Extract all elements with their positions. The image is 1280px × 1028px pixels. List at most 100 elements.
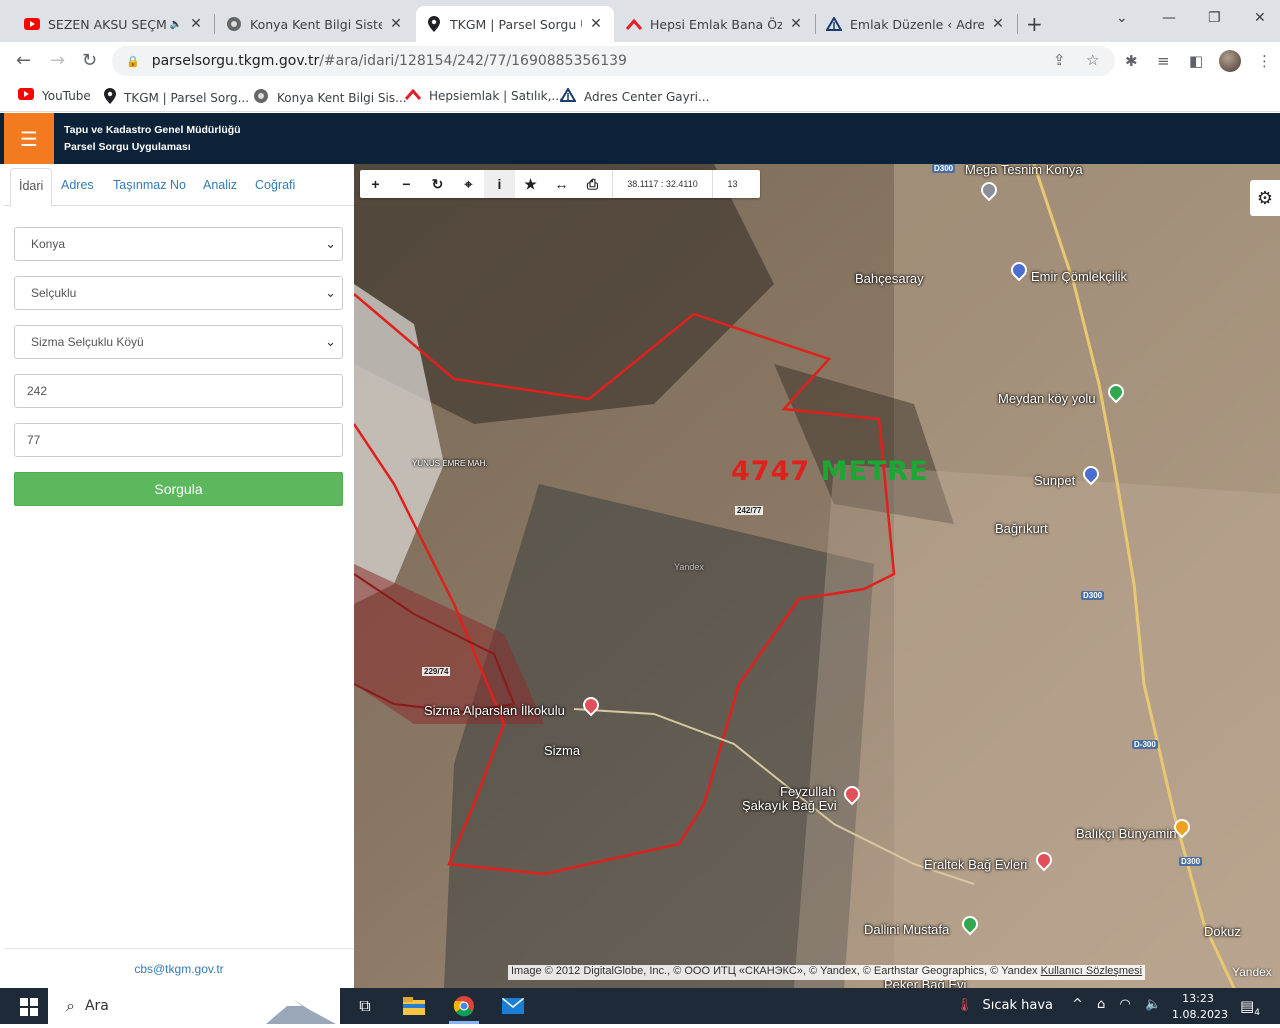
adres-center-icon: [826, 16, 842, 32]
close-icon[interactable]: ✕: [388, 16, 404, 32]
media-control-icon[interactable]: ≡: [1157, 52, 1170, 70]
thermometer-icon: 🌡: [956, 998, 973, 1013]
info-icon[interactable]: i: [484, 170, 515, 198]
close-icon[interactable]: ✕: [990, 16, 1006, 32]
map-settings-gear-icon[interactable]: ⚙: [1250, 180, 1280, 216]
file-explorer-icon[interactable]: [401, 994, 427, 1018]
close-icon[interactable]: ✕: [588, 16, 604, 32]
zoom-in-button[interactable]: +: [360, 170, 391, 198]
tab-sezen-aksu[interactable]: SEZEN AKSU SEÇME ŞARKILAR 🔈 ✕: [14, 6, 214, 42]
place-label: Dokuz: [1204, 924, 1241, 939]
close-icon[interactable]: ✕: [788, 16, 804, 32]
clock-time: 13:23: [1182, 992, 1214, 1005]
block-value: 242: [27, 384, 48, 398]
bookmark-youtube[interactable]: YouTube: [18, 88, 91, 103]
refresh-icon[interactable]: ↻: [422, 170, 453, 198]
notification-center-icon[interactable]: ▤4: [1240, 997, 1260, 1018]
browser-toolbar: ← → ↻ 🔒 parselsorgu.tkgm.gov.tr/#ara/ida…: [0, 42, 1280, 80]
tab-tasinmaz-no[interactable]: Taşınmaz No: [113, 178, 186, 192]
locate-crosshair-icon[interactable]: ⌖: [453, 170, 484, 198]
bookmark-tkgm[interactable]: TKGM | Parsel Sorg...: [104, 88, 249, 107]
speaker-icon[interactable]: 🔈: [170, 19, 182, 30]
sorgula-button[interactable]: Sorgula: [14, 472, 343, 506]
place-label: Sunpet: [1034, 473, 1076, 488]
license-link[interactable]: Kullanıcı Sözleşmesi: [1041, 965, 1143, 977]
location-pin-icon: [104, 88, 116, 107]
tab-title: TKGM | Parsel Sorgu Uygulaması: [450, 16, 582, 32]
profile-avatar[interactable]: [1219, 50, 1241, 72]
tab-search-chevron-icon[interactable]: ⌄: [1116, 10, 1128, 26]
address-bar[interactable]: 🔒 parselsorgu.tkgm.gov.tr/#ara/idari/128…: [112, 46, 1115, 76]
weather-text: Sıcak hava: [982, 998, 1054, 1013]
adres-center-icon: [559, 87, 577, 105]
parcel-label[interactable]: 242/77: [735, 506, 764, 515]
windows-start-icon[interactable]: [20, 998, 38, 1016]
task-view-icon[interactable]: ⧉: [352, 994, 378, 1018]
speaker-icon[interactable]: 🔈: [1145, 997, 1161, 1012]
menu-kebab-icon[interactable]: ⋮: [1257, 52, 1272, 70]
app-title-line2: Parsel Sorgu Uygulaması: [64, 141, 191, 153]
place-label: Şakayık Bağ Evi: [742, 798, 837, 813]
province-value: Konya: [31, 237, 66, 251]
zoom-out-button[interactable]: −: [391, 170, 422, 198]
windows-taskbar: ⌕ Ara ⧉ 🌡 Sıcak hava ^ ⌂ ◠ 🔈 13:23 1.08.…: [0, 988, 1280, 1024]
tab-idari[interactable]: İdari: [10, 168, 53, 207]
url-text: parselsorgu.tkgm.gov.tr/#ara/idari/12815…: [152, 53, 627, 69]
bookmark-label: Adres Center Gayri...: [584, 89, 710, 104]
query-tabs: İdari Adres Taşınmaz No Analiz Coğrafi: [4, 164, 354, 207]
district-select[interactable]: Selçuklu ⌄: [14, 276, 343, 310]
network-icon[interactable]: ⌂: [1097, 997, 1105, 1012]
measure-distance-icon[interactable]: ↔: [546, 170, 577, 198]
close-window-button[interactable]: ✕: [1254, 10, 1266, 26]
bookmark-adres-center[interactable]: Adres Center Gayri...: [559, 87, 710, 105]
back-button[interactable]: ←: [16, 50, 31, 71]
print-icon[interactable]: ⎙: [577, 170, 608, 198]
chevron-down-icon: ⌄: [325, 285, 336, 300]
block-input[interactable]: 242: [14, 374, 343, 408]
yandex-logo[interactable]: Yandex: [1232, 965, 1272, 979]
share-icon[interactable]: ⇪: [1053, 51, 1066, 69]
forward-button[interactable]: →: [50, 50, 65, 71]
tab-adres[interactable]: Adres: [61, 178, 94, 192]
parcel-input[interactable]: 77: [14, 423, 343, 457]
mail-icon[interactable]: [500, 994, 526, 1018]
footer-email-link[interactable]: cbs@tkgm.gov.tr: [134, 962, 223, 976]
wifi-icon[interactable]: ◠: [1119, 997, 1130, 1012]
star-icon[interactable]: ☆: [1086, 51, 1099, 69]
new-tab-button[interactable]: +: [1026, 12, 1043, 36]
restore-button[interactable]: ❐: [1208, 10, 1221, 26]
tab-hepsiemlak[interactable]: Hepsi Emlak Bana Özel ✕: [616, 6, 814, 42]
minimize-button[interactable]: —: [1162, 10, 1176, 26]
taskbar-search-box[interactable]: ⌕ Ara: [48, 988, 340, 1024]
side-panel-icon[interactable]: ◧: [1189, 52, 1203, 70]
tab-tkgm[interactable]: TKGM | Parsel Sorgu Uygulaması ✕: [416, 6, 614, 42]
chevron-up-icon[interactable]: ^: [1072, 997, 1083, 1012]
tab-separator: [1017, 14, 1018, 34]
place-label: Bahçesaray: [855, 271, 924, 286]
query-sidebar: İdari Adres Taşınmaz No Analiz Coğrafi K…: [4, 164, 354, 988]
bookmark-konya[interactable]: Konya Kent Bilgi Sis...: [253, 88, 407, 107]
url-host: parselsorgu.tkgm.gov.tr: [151, 53, 320, 69]
bookmark-label: Hepsiemlak | Satılık,...: [429, 88, 563, 103]
tab-cografi[interactable]: Coğrafi: [255, 178, 295, 192]
extensions-icon[interactable]: ✱: [1125, 52, 1138, 70]
coordinate-readout: 38.1117 : 32.4110: [612, 170, 712, 198]
satellite-imagery: [354, 164, 1280, 988]
bookmark-hepsiemlak[interactable]: Hepsiemlak | Satılık,...: [404, 88, 563, 103]
bookmarks-bar: YouTube TKGM | Parsel Sorg... Konya Kent…: [0, 80, 1280, 112]
reload-button[interactable]: ↻: [82, 50, 97, 71]
hepsiemlak-icon: [626, 16, 642, 32]
neighborhood-select[interactable]: Sizma Selçuklu Köyü ⌄: [14, 325, 343, 359]
province-select[interactable]: Konya ⌄: [14, 227, 343, 261]
chrome-icon[interactable]: [451, 994, 477, 1018]
hamburger-menu-button[interactable]: ☰: [4, 113, 54, 164]
star-icon[interactable]: ★: [515, 170, 546, 198]
weather-widget[interactable]: 🌡 Sıcak hava: [956, 998, 1053, 1013]
map-view[interactable]: + − ↻ ⌖ i ★ ↔ ⎙ 38.1117 : 32.4110 13 ⚙ D…: [354, 164, 1280, 988]
tab-analiz[interactable]: Analiz: [203, 178, 237, 192]
taskbar-clock[interactable]: 13:23 1.08.2023: [1172, 991, 1228, 1023]
close-icon[interactable]: ✕: [188, 16, 204, 32]
tab-konya-kent[interactable]: Konya Kent Bilgi Sistemi ✕: [216, 6, 414, 42]
parcel-label[interactable]: 229/74: [422, 667, 451, 676]
tab-adres-center[interactable]: Emlak Düzenle ‹ Adres Center ✕: [816, 6, 1016, 42]
